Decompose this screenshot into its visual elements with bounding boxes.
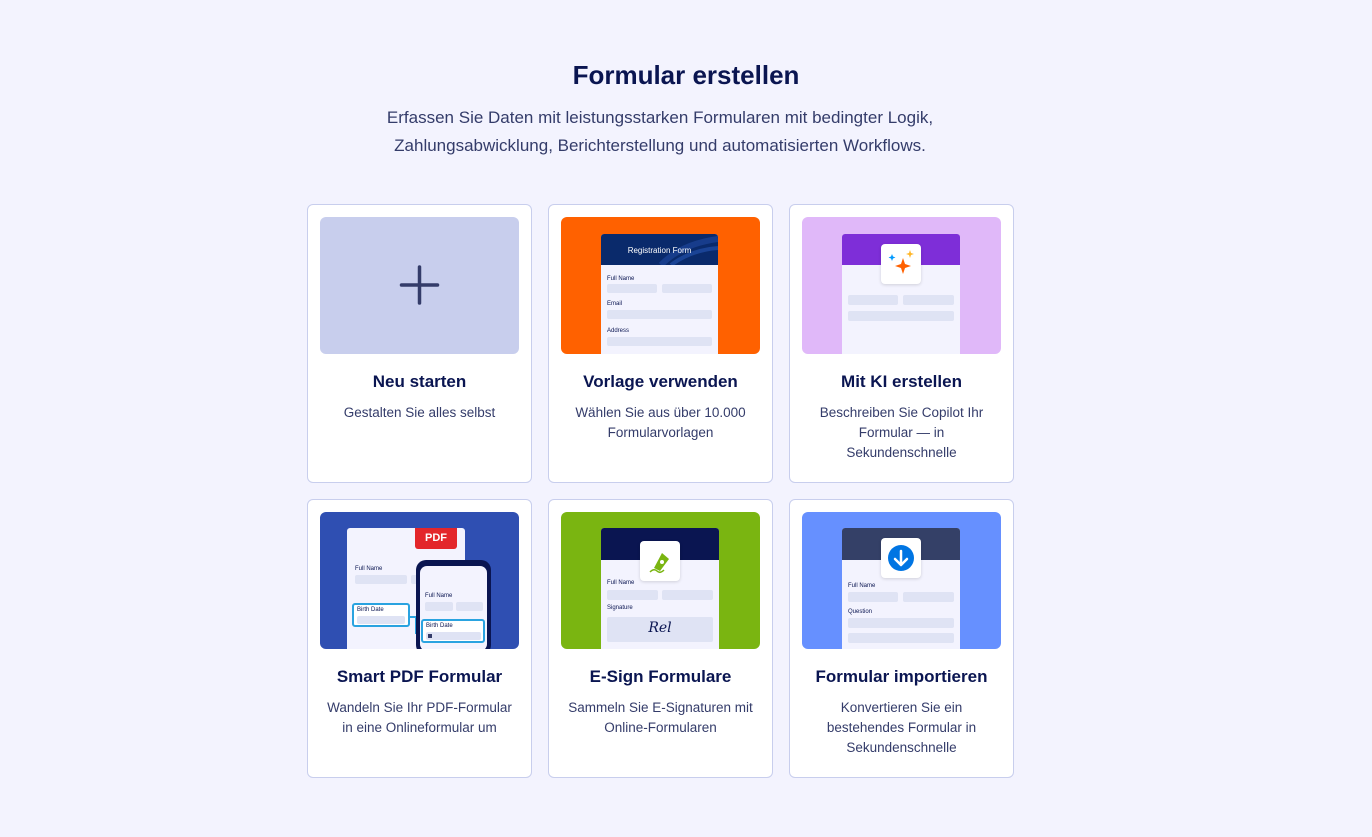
sparkles-icon xyxy=(881,244,921,284)
input-bar xyxy=(848,295,898,305)
card-description: Wandeln Sie Ihr PDF-Formular in eine Onl… xyxy=(327,700,512,735)
card-description: Konvertieren Sie ein bestehendes Formula… xyxy=(826,700,977,755)
start-from-scratch-thumbnail xyxy=(320,217,519,354)
smart-pdf-form-card[interactable]: PDF Full Name Birth Date Full Name Birth… xyxy=(307,499,532,778)
input-bar xyxy=(848,618,954,628)
field-label: Question xyxy=(848,609,873,615)
card-description: Beschreiben Sie Copilot Ihr Formular — i… xyxy=(819,405,984,460)
phone-screen: Full Name Birth Date xyxy=(420,566,487,649)
card-description: Sammeln Sie E-Signaturen mit Online-Form… xyxy=(568,700,753,735)
card-title: Vorlage verwenden xyxy=(583,372,738,391)
calendar-icon xyxy=(428,634,432,638)
signature-pen-icon xyxy=(640,541,680,581)
import-form-card[interactable]: Full Name Question Formular importieren … xyxy=(789,499,1014,778)
import-form-preview: Full Name Question xyxy=(842,528,960,649)
input-bar xyxy=(425,602,453,611)
pdf-thumbnail: PDF Full Name Birth Date Full Name Birth… xyxy=(320,512,519,649)
form-header: Registration Form xyxy=(601,234,718,265)
card-description: Wählen Sie aus über 10.000 Formularvorla… xyxy=(575,405,746,440)
import-thumbnail: Full Name Question xyxy=(802,512,1001,649)
e-sign-thumbnail: Full Name Signature Rel xyxy=(561,512,760,649)
template-form-preview: Registration Form Full Name Email Addres… xyxy=(601,234,718,354)
signature-box: Rel xyxy=(607,617,713,642)
input-bar xyxy=(848,592,898,602)
input-bar xyxy=(607,284,657,293)
field-label: Full Name xyxy=(607,276,635,282)
card-title: Smart PDF Formular xyxy=(336,667,503,686)
card-title: Formular importieren xyxy=(815,667,988,686)
template-thumbnail: Registration Form Full Name Email Addres… xyxy=(561,217,760,354)
field-label: Full Name xyxy=(607,580,635,586)
create-form-page: Formular erstellen Erfassen Sie Daten mi… xyxy=(0,0,1372,837)
e-sign-form-preview: Full Name Signature Rel xyxy=(601,528,719,649)
input-bar xyxy=(426,632,481,640)
card-title: Mit KI erstellen xyxy=(841,372,962,391)
field-label: Full Name xyxy=(848,583,876,589)
start-from-scratch-card[interactable]: Neu starten Gestalten Sie alles selbst xyxy=(307,204,532,483)
input-bar xyxy=(903,295,954,305)
field-label: Birth Date xyxy=(426,623,453,629)
field-label: Address xyxy=(607,328,630,334)
field-label: Email xyxy=(607,301,623,307)
input-bar xyxy=(456,602,483,611)
ai-form-preview xyxy=(842,234,960,354)
signature-text: Rel xyxy=(648,620,672,636)
input-bar xyxy=(903,592,954,602)
highlighted-field: Birth Date xyxy=(421,619,485,643)
card-title: Neu starten xyxy=(372,372,467,391)
download-icon xyxy=(881,538,921,578)
use-template-card[interactable]: Registration Form Full Name Email Addres… xyxy=(548,204,773,483)
e-sign-forms-card[interactable]: Full Name Signature Rel E-Sign Formulare… xyxy=(548,499,773,778)
plus-icon xyxy=(399,265,440,305)
field-label: Signature xyxy=(607,605,633,611)
create-with-ai-card[interactable]: Mit KI erstellen Beschreiben Sie Copilot… xyxy=(789,204,1014,483)
card-description: Gestalten Sie alles selbst xyxy=(343,405,496,420)
card-title: E-Sign Formulare xyxy=(589,667,732,686)
page-subtitle: Erfassen Sie Daten mit leistungsstarken … xyxy=(386,108,934,155)
input-bar xyxy=(662,284,712,293)
ai-thumbnail xyxy=(802,217,1001,354)
field-label: Full Name xyxy=(425,593,453,599)
phone-preview: Full Name Birth Date xyxy=(416,560,491,649)
form-title: Registration Form xyxy=(627,246,692,255)
input-bar xyxy=(848,633,954,643)
input-bar xyxy=(607,310,712,319)
input-bar xyxy=(848,311,954,321)
page-title: Formular erstellen xyxy=(572,60,800,90)
input-bar xyxy=(607,590,658,600)
input-bar xyxy=(662,590,713,600)
input-bar xyxy=(607,337,712,346)
